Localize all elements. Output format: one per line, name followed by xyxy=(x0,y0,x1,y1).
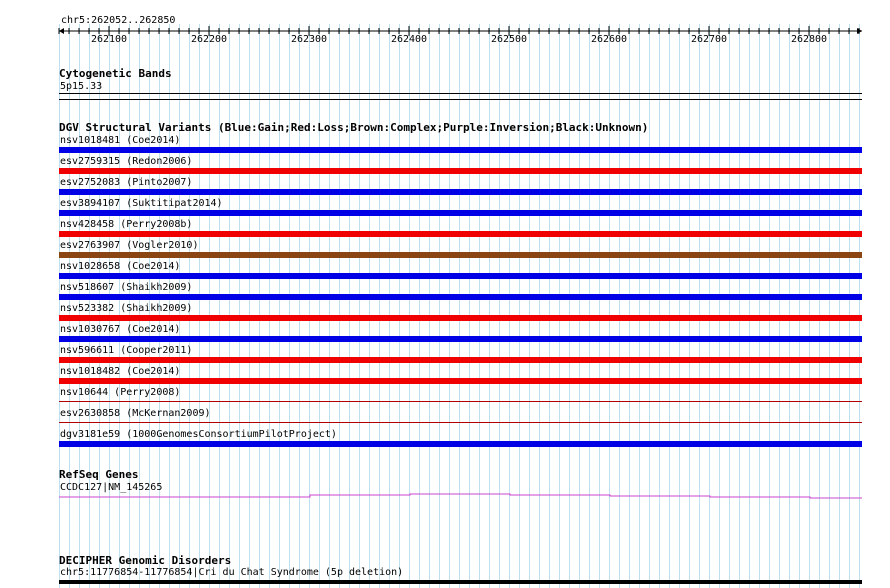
dgv-variant-bar[interactable] xyxy=(59,315,862,321)
ruler-tick-label: 262300 xyxy=(290,34,328,45)
dgv-variant-bar[interactable] xyxy=(59,231,862,237)
ruler-tick-label: 262700 xyxy=(690,34,728,45)
dgv-variant-line[interactable] xyxy=(59,422,862,423)
ruler-left-arrow-icon xyxy=(59,28,64,34)
cytoband-track-title: Cytogenetic Bands xyxy=(59,67,172,80)
dgv-variant-line[interactable] xyxy=(59,401,862,402)
dgv-variant-label[interactable]: nsv518607 (Shaikh2009) xyxy=(60,282,192,294)
decipher-track-title: DECIPHER Genomic Disorders xyxy=(59,554,232,567)
dgv-variant-bar[interactable] xyxy=(59,336,862,342)
dgv-variant-bar[interactable] xyxy=(59,210,862,216)
dgv-variant-label[interactable]: esv2752083 (Pinto2007) xyxy=(60,177,192,189)
dgv-variant-label[interactable]: esv2630858 (McKernan2009) xyxy=(60,408,211,420)
refseq-track-title: RefSeq Genes xyxy=(59,468,139,481)
dgv-variant-bar[interactable] xyxy=(59,189,862,195)
ruler-tick-label: 262500 xyxy=(490,34,528,45)
dgv-track-title: DGV Structural Variants (Blue:Gain;Red:L… xyxy=(59,121,649,134)
cytoband-bar[interactable] xyxy=(59,93,862,94)
dgv-variant-bar[interactable] xyxy=(59,294,862,300)
ruler-tick-label: 262400 xyxy=(390,34,428,45)
dgv-variant-bar[interactable] xyxy=(59,273,862,279)
dgv-variant-label[interactable]: nsv1018481 (Coe2014) xyxy=(60,135,180,147)
dgv-variant-label[interactable]: nsv1018482 (Coe2014) xyxy=(60,366,180,378)
dgv-variant-label[interactable]: nsv523382 (Shaikh2009) xyxy=(60,303,192,315)
dgv-variant-label[interactable]: nsv10644 (Perry2008) xyxy=(60,387,180,399)
dgv-variant-label[interactable]: esv3894107 (Suktitipat2014) xyxy=(60,198,223,210)
dgv-variant-bar[interactable] xyxy=(59,147,862,153)
decipher-feature-bar[interactable] xyxy=(59,580,862,584)
dgv-variant-label[interactable]: dgv3181e59 (1000GenomesConsortiumPilotPr… xyxy=(60,429,337,441)
cytoband-label[interactable]: 5p15.33 xyxy=(60,81,102,93)
dgv-variant-label[interactable]: nsv1030767 (Coe2014) xyxy=(60,324,180,336)
dgv-variant-label[interactable]: esv2763907 (Vogler2010) xyxy=(60,240,198,252)
dgv-variant-bar[interactable] xyxy=(59,357,862,363)
refseq-gene-feature[interactable] xyxy=(0,490,890,502)
ruler-tick-label: 262600 xyxy=(590,34,628,45)
dgv-variant-label[interactable]: nsv596611 (Cooper2011) xyxy=(60,345,192,357)
ruler-tick-label: 262200 xyxy=(190,34,228,45)
dgv-variant-label[interactable]: nsv1028658 (Coe2014) xyxy=(60,261,180,273)
dgv-variant-bar[interactable] xyxy=(59,168,862,174)
ruler-tick-label: 262100 xyxy=(90,34,128,45)
dgv-variant-bar[interactable] xyxy=(59,441,862,447)
dgv-variant-label[interactable]: nsv428458 (Perry2008b) xyxy=(60,219,192,231)
decipher-entry-label[interactable]: chr5:11776854-11776854|Cri du Chat Syndr… xyxy=(60,567,403,579)
dgv-variant-bar[interactable] xyxy=(59,378,862,384)
dgv-variant-label[interactable]: esv2759315 (Redon2006) xyxy=(60,156,192,168)
ruler-tick-label: 262800 xyxy=(790,34,828,45)
cytoband-divider xyxy=(59,99,862,100)
coordinate-ruler[interactable] xyxy=(0,24,890,38)
dgv-variant-bar[interactable] xyxy=(59,252,862,258)
